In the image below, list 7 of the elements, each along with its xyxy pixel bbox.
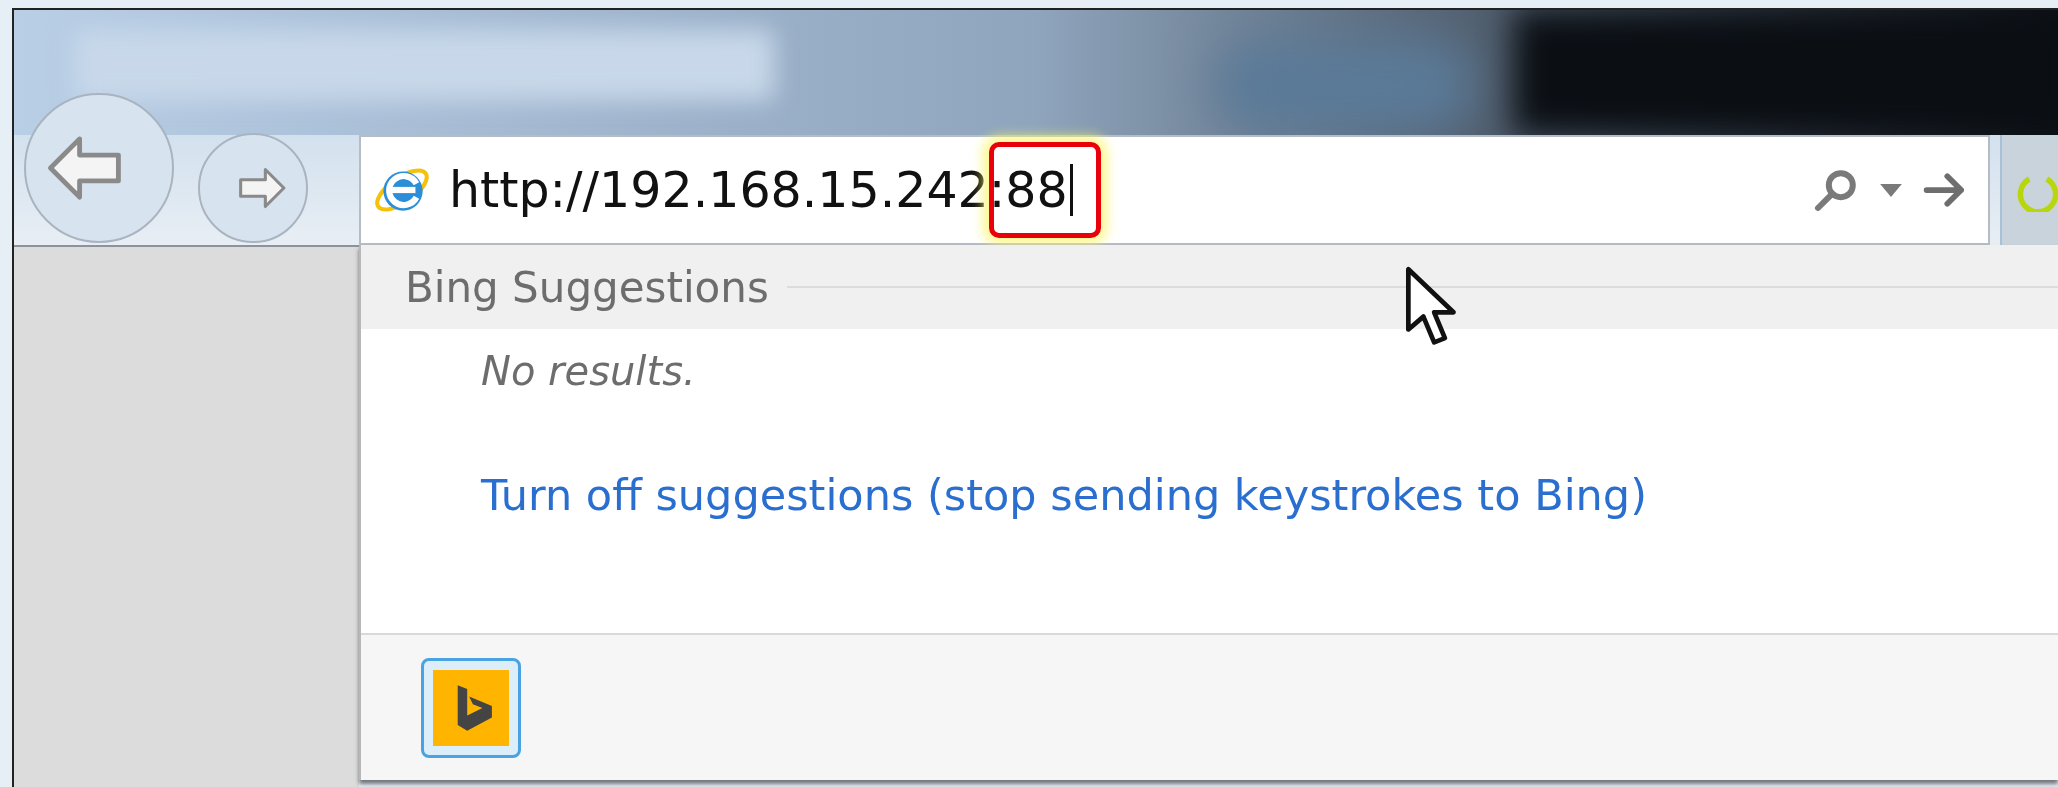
search-provider-button[interactable]	[421, 657, 521, 758]
text-cursor	[1069, 164, 1073, 216]
caret-icon[interactable]	[1880, 183, 1902, 197]
turn-off-suggestions-link[interactable]: Turn off suggestions (stop sending keystrokes to Bing)	[481, 463, 2058, 528]
provider-logo-icon	[433, 669, 509, 746]
no-results-message: No results.	[481, 347, 697, 396]
section-header: Bing Suggestions	[405, 261, 769, 314]
